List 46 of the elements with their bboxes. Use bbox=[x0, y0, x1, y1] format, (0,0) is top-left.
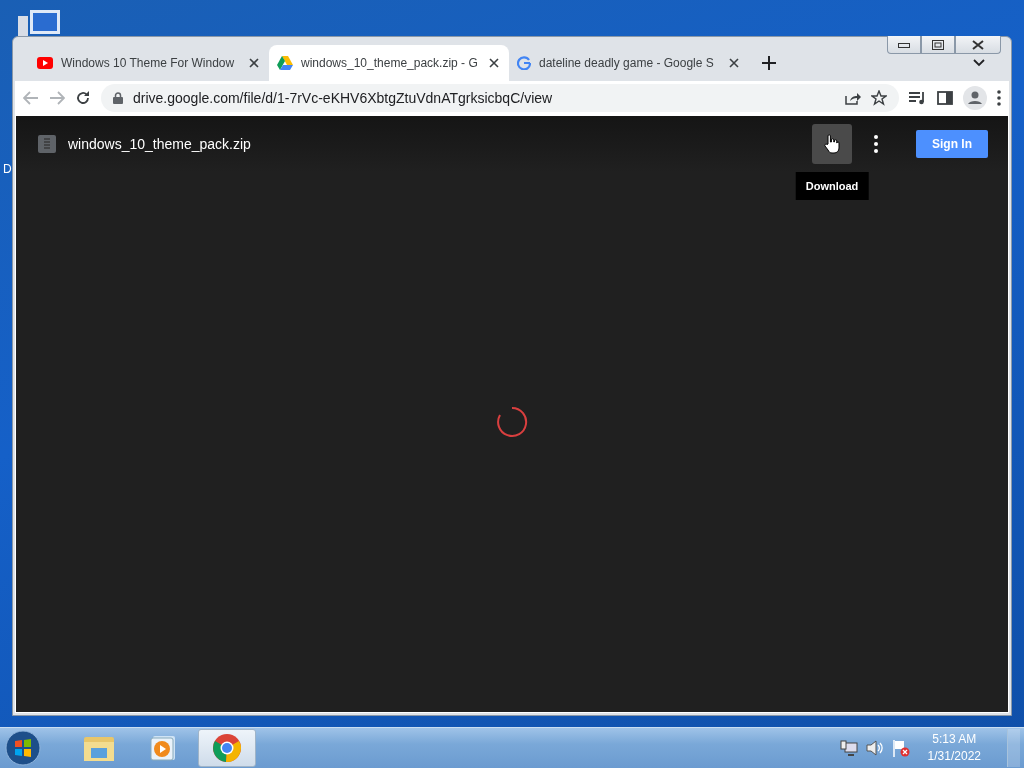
share-icon[interactable] bbox=[845, 91, 861, 105]
restore-icon bbox=[932, 39, 944, 50]
hand-cursor-icon bbox=[824, 134, 840, 154]
video-logo-icon bbox=[37, 57, 53, 69]
close-icon[interactable] bbox=[729, 58, 739, 68]
clock-date: 1/31/2022 bbox=[927, 748, 981, 765]
triangle-logo-icon bbox=[277, 56, 293, 70]
desktop-icon-label: D bbox=[3, 162, 12, 176]
volume-icon[interactable] bbox=[865, 740, 884, 756]
side-panel-icon[interactable] bbox=[937, 91, 953, 105]
star-icon[interactable] bbox=[871, 90, 887, 106]
browser-tab[interactable]: Windows 10 Theme For Window bbox=[29, 45, 269, 81]
address-bar[interactable]: drive.google.com/file/d/1-7rVc-eKHV6XbtgZtuVdnATgrksicbqC/view bbox=[101, 84, 899, 112]
tab-title: Windows 10 Theme For Window bbox=[61, 56, 236, 70]
more-icon[interactable] bbox=[997, 90, 1001, 106]
browser-logo-icon[interactable] bbox=[212, 733, 242, 763]
clock-time: 5:13 AM bbox=[932, 731, 977, 748]
media-player-icon[interactable] bbox=[149, 734, 177, 762]
playlist-icon[interactable] bbox=[909, 91, 927, 105]
flag-error-icon[interactable] bbox=[891, 739, 910, 757]
maximize-button[interactable] bbox=[921, 36, 955, 54]
close-icon bbox=[972, 39, 984, 50]
close-icon[interactable] bbox=[489, 58, 499, 68]
computer-icon[interactable] bbox=[16, 10, 62, 38]
minimize-button[interactable] bbox=[887, 36, 921, 54]
close-button[interactable] bbox=[955, 36, 1001, 54]
loading-spinner-icon bbox=[496, 406, 528, 438]
reload-icon[interactable] bbox=[75, 90, 91, 106]
archive-file-icon bbox=[38, 135, 56, 153]
tab-title: windows_10_theme_pack.zip - G bbox=[301, 56, 479, 70]
close-icon[interactable] bbox=[249, 58, 259, 68]
tooltip: Download bbox=[795, 172, 869, 200]
file-name: windows_10_theme_pack.zip bbox=[68, 136, 252, 152]
lock-icon bbox=[113, 92, 123, 104]
browser-tab[interactable]: dateline deadly game - Google S bbox=[509, 45, 749, 81]
browser-tab[interactable]: windows_10_theme_pack.zip - G bbox=[269, 45, 509, 81]
minimize-icon bbox=[898, 41, 910, 48]
new-tab-icon[interactable] bbox=[762, 56, 776, 70]
url-text: drive.google.com/file/d/1-7rVc-eKHV6XbtgZtuVdnATgrksicbqC/view bbox=[133, 90, 554, 106]
tab-title: dateline deadly game - Google S bbox=[539, 56, 715, 70]
g-logo-icon bbox=[517, 56, 531, 70]
profile-icon[interactable] bbox=[963, 86, 987, 110]
start-button-icon[interactable] bbox=[5, 730, 41, 766]
chevron-down-icon[interactable] bbox=[973, 59, 985, 67]
taskbar-app[interactable] bbox=[198, 729, 256, 767]
network-icon[interactable] bbox=[839, 740, 858, 756]
